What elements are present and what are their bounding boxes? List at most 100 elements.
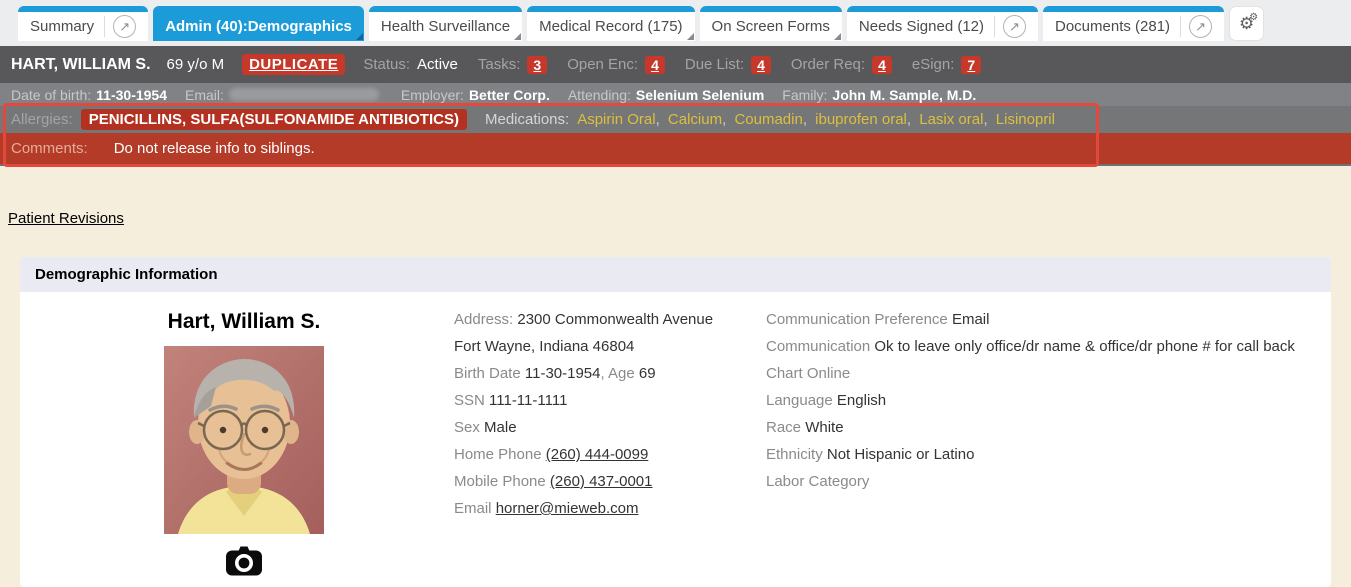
address-line2: Fort Wayne, Indiana 46804: [454, 333, 766, 360]
birth-date-value: 11-30-1954: [525, 365, 601, 382]
mobile-phone-label: Mobile Phone: [454, 473, 546, 490]
race-row: Race White: [766, 414, 1321, 441]
communication-preference-label: Communication Preference: [766, 311, 948, 328]
race-value: White: [805, 419, 843, 436]
medication-link[interactable]: ibuprofen oral: [815, 111, 915, 128]
popout-icon[interactable]: ↗: [1003, 15, 1026, 38]
open-enc-label: Open Enc:: [567, 56, 638, 73]
panel-title: Demographic Information: [20, 257, 1331, 292]
communication-row: Communication Ok to leave only office/dr…: [766, 333, 1321, 360]
tab-label: Health Surveillance: [381, 18, 510, 35]
order-req-count-badge[interactable]: 4: [872, 56, 892, 74]
tab-dropdown-fold-icon: [514, 33, 521, 40]
medication-link[interactable]: Calcium: [668, 111, 731, 128]
esign-count-badge[interactable]: 7: [961, 56, 981, 74]
open-enc-group: Open Enc: 4: [567, 56, 665, 74]
communication-label: Communication: [766, 338, 870, 355]
age-label: , Age: [601, 365, 635, 382]
contact-details-column: Address: 2300 Commonwealth Avenue Fort W…: [454, 306, 766, 576]
family-value: John M. Sample, M.D.: [832, 87, 976, 103]
tab-health-surveillance[interactable]: Health Surveillance: [369, 6, 522, 41]
allergies-label: Allergies:: [11, 111, 73, 128]
tab-divider: [104, 16, 105, 37]
tab-label: Admin (40):Demographics: [165, 18, 352, 35]
esign-group: eSign: 7: [912, 56, 981, 74]
tab-medical-record[interactable]: Medical Record (175): [527, 6, 694, 41]
due-list-group: Due List: 4: [685, 56, 771, 74]
tab-divider: [994, 16, 995, 37]
tasks-count-badge[interactable]: 3: [527, 56, 547, 74]
patient-display-name: Hart, William S.: [34, 310, 454, 334]
popout-icon[interactable]: ↗: [1189, 15, 1212, 38]
email-row: Email horner@mieweb.com: [454, 495, 766, 522]
dob-value: 11-30-1954: [96, 87, 167, 103]
race-label: Race: [766, 419, 801, 436]
medications-list: Aspirin OralCalciumCoumadinibuprofen ora…: [573, 111, 1055, 128]
communication-preference-row: Communication Preference Email: [766, 306, 1321, 333]
labor-category-label: Labor Category: [766, 473, 869, 490]
tab-needs-signed[interactable]: Needs Signed (12) ↗: [847, 6, 1038, 41]
ssn-row: SSN 111-11-1111: [454, 387, 766, 414]
birth-date-row: Birth Date 11-30-1954, Age 69: [454, 360, 766, 387]
age-value: 69: [639, 365, 656, 382]
address-label: Address:: [454, 311, 513, 328]
comments-label: Comments:: [11, 140, 88, 157]
home-phone-label: Home Phone: [454, 446, 542, 463]
tab-dropdown-fold-icon: [356, 33, 363, 40]
chart-online-row: Chart Online: [766, 360, 1321, 387]
status-value: Active: [417, 56, 458, 73]
due-list-label: Due List:: [685, 56, 744, 73]
tab-label: Documents (281): [1055, 18, 1170, 35]
family-label: Family:: [782, 87, 827, 103]
order-req-label: Order Req:: [791, 56, 865, 73]
dob-label: Date of birth:: [11, 87, 91, 103]
sex-value: Male: [484, 419, 517, 436]
demographic-information-panel: Demographic Information Hart, William S.: [20, 257, 1331, 587]
tasks-label: Tasks:: [478, 56, 521, 73]
tab-admin-demographics[interactable]: Admin (40):Demographics: [153, 6, 364, 41]
mobile-phone-link[interactable]: (260) 437-0001: [550, 473, 653, 490]
ethnicity-label: Ethnicity: [766, 446, 823, 463]
patient-info-bar: Date of birth: 11-30-1954 Email: Employe…: [0, 83, 1351, 106]
email-redacted-value: [229, 88, 379, 101]
language-label: Language: [766, 392, 833, 409]
home-phone-link[interactable]: (260) 444-0099: [546, 446, 649, 463]
patient-name: HART, WILLIAM S.: [11, 56, 151, 74]
tab-label: Summary: [30, 18, 94, 35]
settings-button[interactable]: ⚙ ⚙: [1229, 6, 1264, 41]
status-group: Status: Active: [363, 56, 458, 73]
patient-revisions-link[interactable]: Patient Revisions: [8, 210, 124, 227]
order-req-group: Order Req: 4: [791, 56, 892, 74]
chart-online-label: Chart Online: [766, 365, 850, 382]
photo-column: Hart, William S.: [34, 306, 454, 576]
birth-date-label: Birth Date: [454, 365, 521, 382]
duplicate-flag-link[interactable]: DUPLICATE: [242, 54, 345, 75]
tab-documents[interactable]: Documents (281) ↗: [1043, 6, 1224, 41]
due-list-count-badge[interactable]: 4: [751, 56, 771, 74]
email-link[interactable]: horner@mieweb.com: [496, 500, 639, 517]
patient-header-bar: HART, WILLIAM S. 69 y/o M DUPLICATE Stat…: [0, 46, 1351, 83]
tab-dropdown-fold-icon: [687, 33, 694, 40]
main-content: Patient Revisions Demographic Informatio…: [0, 166, 1351, 587]
tab-label: Medical Record (175): [539, 18, 682, 35]
allergies-value-box[interactable]: PENICILLINS, SULFA(SULFONAMIDE ANTIBIOTI…: [81, 109, 467, 130]
medication-link[interactable]: Lasix oral: [919, 111, 992, 128]
camera-icon: [225, 544, 263, 576]
open-enc-count-badge[interactable]: 4: [645, 56, 665, 74]
preferences-column: Communication Preference Email Communica…: [766, 306, 1331, 576]
allergies-bar: Allergies: PENICILLINS, SULFA(SULFONAMID…: [0, 106, 1351, 133]
medication-link[interactable]: Coumadin: [734, 111, 811, 128]
tab-summary[interactable]: Summary ↗: [18, 6, 148, 41]
medication-link[interactable]: Aspirin Oral: [577, 111, 664, 128]
email-label: Email:: [185, 87, 224, 103]
language-row: Language English: [766, 387, 1321, 414]
popout-icon[interactable]: ↗: [113, 15, 136, 38]
medication-link[interactable]: Lisinopril: [996, 111, 1055, 128]
tab-on-screen-forms[interactable]: On Screen Forms: [700, 6, 842, 41]
update-photo-button[interactable]: [225, 544, 263, 576]
tab-dropdown-fold-icon: [834, 33, 841, 40]
language-value: English: [837, 392, 886, 409]
esign-label: eSign:: [912, 56, 955, 73]
sex-label: Sex: [454, 419, 480, 436]
mobile-phone-row: Mobile Phone (260) 437-0001: [454, 468, 766, 495]
